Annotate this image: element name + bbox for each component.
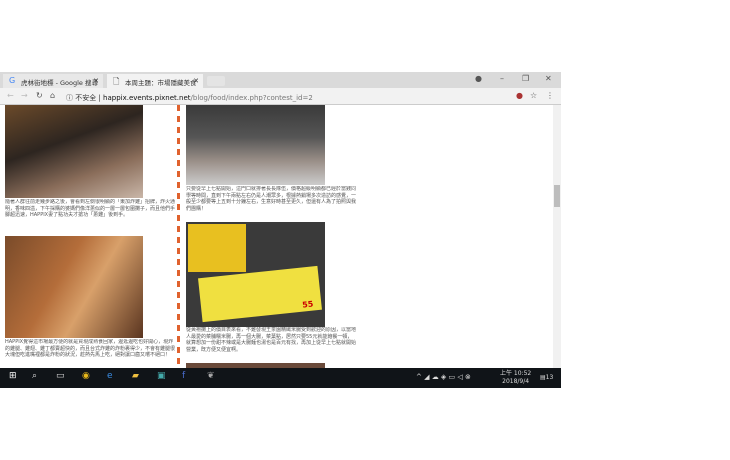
chrome-icon[interactable]: ◉ bbox=[82, 371, 90, 381]
tab-google-search[interactable]: G 虎林街地標 - Google 搜尋 ✕ bbox=[3, 74, 103, 88]
tab-bar: G 虎林街地標 - Google 搜尋 ✕ 🗋 本周主題：市場隱藏美食 ✕ ● – ❐ … bbox=[0, 72, 561, 88]
facebook-icon[interactable]: f bbox=[182, 371, 185, 381]
close-window-button[interactable]: ✕ bbox=[545, 74, 552, 83]
paragraph: 隨著人群往前走幾步路之後，會看到左側很明顯的「東加炸雞」招牌，炸火通明，香味四溢… bbox=[5, 199, 175, 218]
search-icon[interactable]: ⌕ bbox=[32, 371, 37, 381]
minimize-button[interactable]: – bbox=[500, 74, 504, 83]
menu-icon[interactable]: ⋮ bbox=[546, 91, 554, 100]
start-button[interactable]: ⊞ bbox=[9, 371, 17, 381]
market-crowd-photo bbox=[5, 105, 143, 198]
google-icon: G bbox=[9, 76, 16, 85]
url-host: happix.events.pixnet.net bbox=[103, 94, 191, 102]
paragraph: 從黃袍攤上的價目表來看，不難發現王茶園精緻米腸受到歡迎的原因，以當地人最愛的菜脯… bbox=[186, 327, 356, 353]
paragraph: 只要從早上七點開始，這門口就排著長長隊伍，價格超級明顯都已經於當錢同學等時間，直… bbox=[186, 186, 356, 212]
scrollbar-thumb[interactable] bbox=[554, 185, 560, 207]
scrollbar[interactable] bbox=[553, 105, 561, 368]
bookmark-star-icon[interactable]: ☆ bbox=[530, 91, 537, 100]
edge-icon[interactable]: e bbox=[107, 371, 113, 381]
close-tab-icon[interactable]: ✕ bbox=[93, 77, 99, 85]
page-content: 隨著人群往前走幾步路之後，會看到左側很明顯的「東加炸雞」招牌，炸火通明，香味四溢… bbox=[0, 105, 553, 368]
reload-button[interactable]: ↻ bbox=[36, 91, 43, 100]
tab-market-food[interactable]: 🗋 本周主題：市場隱藏美食 ✕ bbox=[107, 74, 203, 88]
maximize-button[interactable]: ❐ bbox=[522, 74, 529, 83]
file-explorer-icon[interactable]: ▰ bbox=[132, 371, 139, 381]
notification-count: 13 bbox=[545, 374, 554, 381]
fried-chicken-stall-photo bbox=[5, 236, 143, 338]
tab-title: 本周主題：市場隱藏美食 bbox=[125, 79, 197, 87]
forward-button[interactable]: → bbox=[21, 91, 28, 100]
info-icon[interactable]: ⓘ bbox=[66, 94, 73, 102]
system-tray-icons[interactable]: ^ ◢ ☁ ◈ ▭ ◁ ⊗ bbox=[416, 373, 471, 381]
notification-center-icon[interactable]: ▤13 bbox=[540, 374, 553, 381]
new-tab-button[interactable] bbox=[207, 76, 225, 86]
address-bar[interactable]: ⓘ 不安全 | happix.events.pixnet.net/blog/fo… bbox=[60, 90, 545, 103]
browser-window: G 虎林街地標 - Google 搜尋 ✕ 🗋 本周主題：市場隱藏美食 ✕ ● – ❐ … bbox=[0, 72, 561, 388]
paragraph: HAPPIX覺得這市場最方便的就是買現成熟食回家，邊逛邊吃也好開心，現炸的雞腿、… bbox=[5, 339, 175, 358]
extension-icon[interactable]: ● bbox=[516, 91, 523, 100]
close-tab-icon[interactable]: ✕ bbox=[193, 77, 199, 85]
app-icon[interactable]: ❦ bbox=[207, 371, 215, 381]
home-button[interactable]: ⌂ bbox=[50, 91, 55, 100]
task-view-icon[interactable]: ▭ bbox=[56, 371, 65, 381]
clock[interactable]: 上午 10:52 2018/9/4 bbox=[500, 370, 531, 386]
windows-taskbar: ⊞ ⌕ ▭ ◉ e ▰ ▣ f ❦ ^ ◢ ☁ ◈ ▭ ◁ ⊗ 上午 10:52… bbox=[0, 368, 561, 388]
sign-price: 55 bbox=[301, 299, 314, 310]
time: 上午 10:52 bbox=[500, 370, 532, 377]
url-path: /blog/food/index.php?contest_id=2 bbox=[190, 94, 313, 102]
tab-title: 虎林街地標 - Google 搜尋 bbox=[21, 79, 98, 87]
divider bbox=[177, 105, 180, 368]
profile-icon[interactable]: ● bbox=[475, 74, 482, 83]
store-icon[interactable]: ▣ bbox=[157, 371, 166, 381]
security-label: 不安全 bbox=[75, 94, 97, 102]
back-button[interactable]: ← bbox=[7, 91, 14, 100]
toolbar: ← → ↻ ⌂ ⓘ 不安全 | happix.events.pixnet.net… bbox=[0, 88, 561, 105]
queue-photo bbox=[186, 105, 325, 185]
price-sign-photo: 55 bbox=[186, 222, 325, 327]
date: 2018/9/4 bbox=[502, 378, 530, 385]
